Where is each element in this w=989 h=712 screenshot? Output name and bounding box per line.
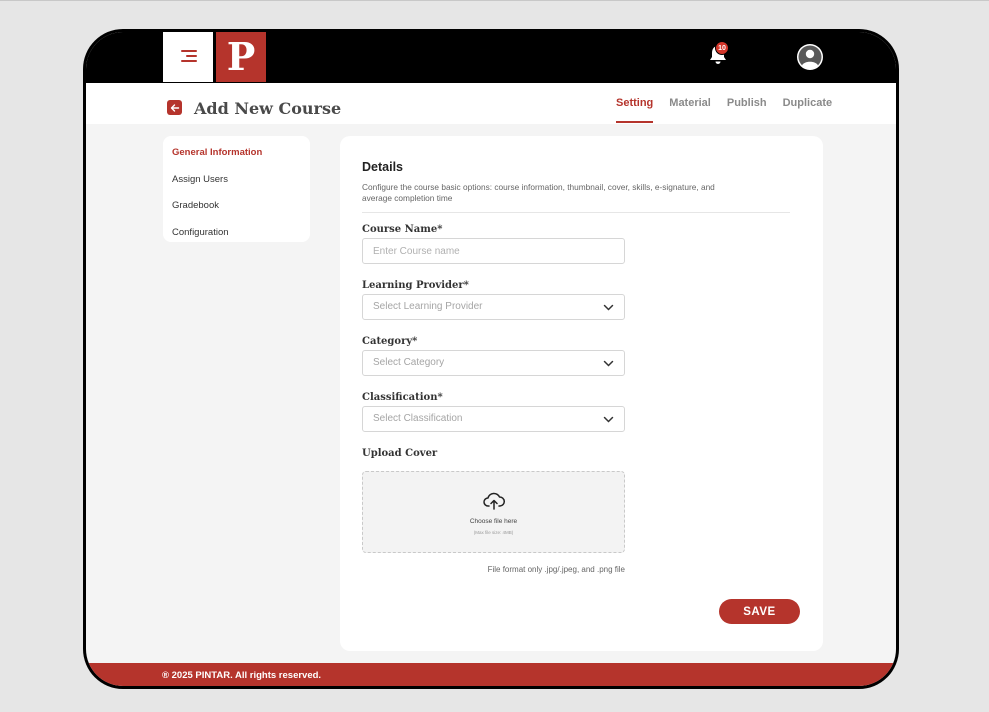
user-avatar-icon[interactable]: [797, 44, 823, 70]
sidebar-item-general-information[interactable]: General Information: [163, 144, 310, 171]
sidebar-item-gradebook[interactable]: Gradebook: [163, 197, 310, 224]
classification-select[interactable]: Select Classification: [362, 406, 625, 432]
chevron-down-icon: [603, 416, 614, 423]
tab-setting[interactable]: Setting: [616, 97, 654, 123]
file-format-note: File format only .jpg/.jpeg, and .png fi…: [487, 565, 625, 574]
classification-placeholder: Select Classification: [373, 413, 463, 424]
footer: ® 2025 PINTAR. All rights reserved.: [86, 663, 896, 686]
details-title: Details: [362, 160, 403, 174]
sidebar-item-assign-users[interactable]: Assign Users: [163, 171, 310, 198]
course-name-input[interactable]: [373, 239, 624, 263]
notification-badge: 10: [715, 41, 729, 55]
course-name-label: Course Name*: [362, 224, 443, 235]
page-title: Add New Course: [194, 99, 342, 118]
chevron-down-icon: [603, 304, 614, 311]
choose-file-text: Choose file here: [469, 518, 518, 525]
course-tabs: Setting Material Publish Duplicate: [616, 97, 848, 123]
learning-provider-label: Learning Provider*: [362, 280, 469, 291]
learning-provider-select[interactable]: Select Learning Provider: [362, 294, 625, 320]
menu-button[interactable]: [163, 32, 213, 82]
tab-duplicate[interactable]: Duplicate: [783, 97, 833, 123]
top-bar: P 10: [86, 32, 896, 83]
logo-mark: P: [227, 39, 256, 75]
sidebar-item-configuration[interactable]: Configuration: [163, 224, 310, 251]
logo-letter: P: [227, 39, 256, 75]
settings-sidebar: General Information Assign Users Gradebo…: [163, 136, 310, 242]
arrow-left-icon: [170, 103, 179, 112]
divider: [362, 212, 790, 213]
upload-cover-dropzone[interactable]: Choose file here (Max file size: 4MB): [362, 471, 625, 553]
upload-cover-label: Upload Cover: [362, 448, 438, 459]
device-frame: P 10 Add New Course Setting Material Pub…: [83, 29, 899, 689]
category-select[interactable]: Select Category: [362, 350, 625, 376]
max-file-size-text: (Max file size: 4MB): [473, 530, 514, 535]
app-logo[interactable]: P: [216, 32, 266, 82]
chevron-down-icon: [603, 360, 614, 367]
app-screen: P 10 Add New Course Setting Material Pub…: [86, 32, 896, 686]
hamburger-icon: [181, 50, 197, 63]
tab-material[interactable]: Material: [669, 97, 711, 123]
cloud-upload-icon: [483, 492, 505, 510]
learning-provider-placeholder: Select Learning Provider: [373, 301, 483, 312]
category-label: Category*: [362, 336, 418, 347]
category-placeholder: Select Category: [373, 357, 445, 368]
back-button[interactable]: [167, 100, 182, 115]
copyright-text: ® 2025 PINTAR. All rights reserved.: [162, 670, 322, 681]
classification-label: Classification*: [362, 392, 443, 403]
details-description: Configure the course basic options: cour…: [362, 182, 715, 203]
details-card: Details Configure the course basic optio…: [340, 136, 823, 651]
save-button[interactable]: SAVE: [719, 599, 800, 624]
page-header: Add New Course Setting Material Publish …: [86, 83, 896, 124]
tab-publish[interactable]: Publish: [727, 97, 767, 123]
course-name-field: [362, 238, 625, 264]
